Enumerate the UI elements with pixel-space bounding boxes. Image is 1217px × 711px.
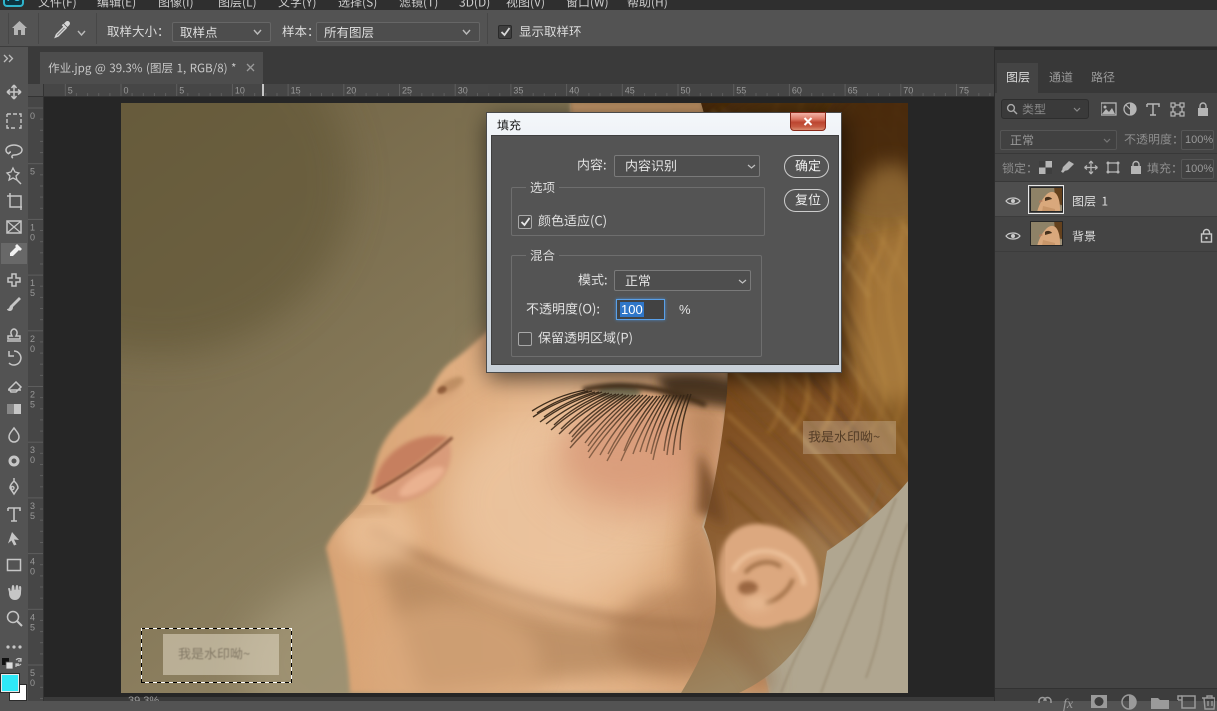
svg-text:5: 5 xyxy=(68,86,73,96)
svg-text:5: 5 xyxy=(30,668,35,678)
svg-text:5: 5 xyxy=(30,400,35,410)
svg-text:5: 5 xyxy=(30,511,35,521)
svg-text:2: 2 xyxy=(30,390,35,400)
svg-text:4: 4 xyxy=(30,612,35,622)
svg-text:3: 3 xyxy=(30,445,35,455)
svg-text:3: 3 xyxy=(30,501,35,511)
svg-text:0: 0 xyxy=(30,678,35,688)
svg-text:0: 0 xyxy=(30,232,35,242)
svg-text:5: 5 xyxy=(30,622,35,632)
svg-text:0: 0 xyxy=(30,455,35,465)
svg-text:1: 1 xyxy=(30,222,35,232)
svg-text:5: 5 xyxy=(30,288,35,298)
svg-text:0: 0 xyxy=(30,111,35,121)
svg-text:fx: fx xyxy=(1063,697,1074,711)
svg-text:4: 4 xyxy=(30,557,35,567)
svg-text:1: 1 xyxy=(30,278,35,288)
svg-text:2: 2 xyxy=(30,334,35,344)
svg-text:5: 5 xyxy=(179,86,184,96)
svg-text:0: 0 xyxy=(30,567,35,577)
svg-text:5: 5 xyxy=(30,167,35,177)
svg-text:0: 0 xyxy=(124,86,129,96)
svg-text:0: 0 xyxy=(30,344,35,354)
